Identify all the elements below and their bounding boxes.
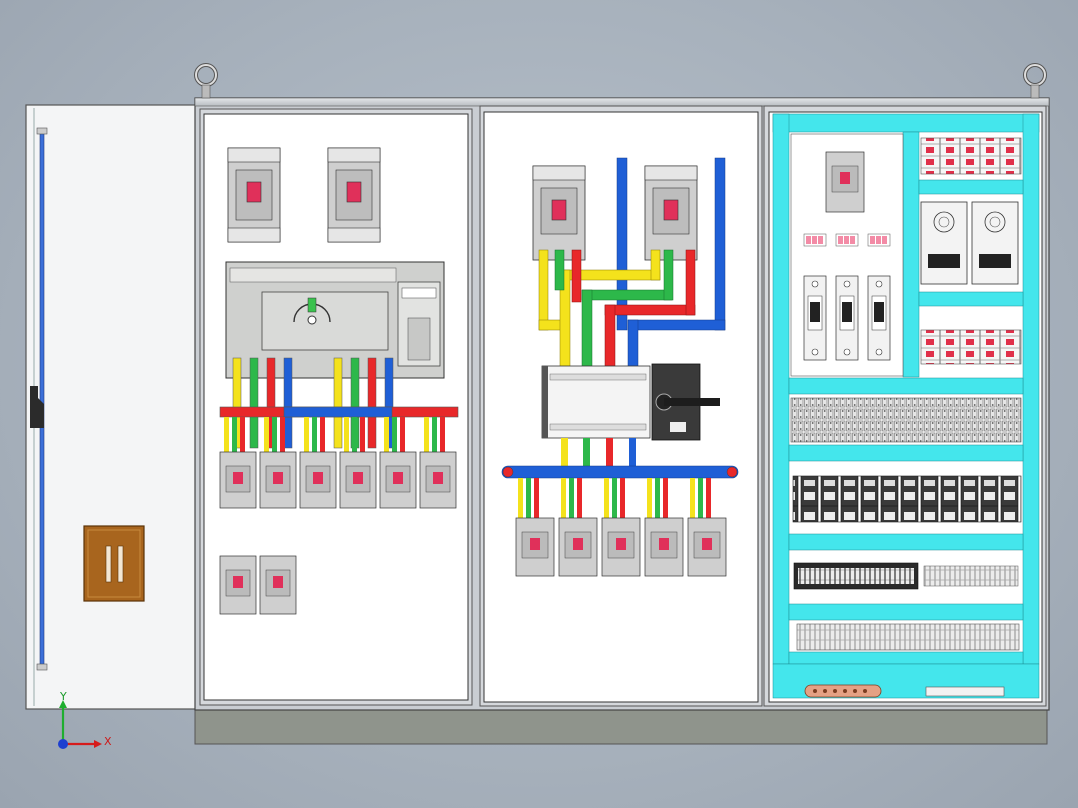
indicator-lamps — [803, 233, 891, 247]
main-breaker-1[interactable] — [227, 147, 281, 243]
electrical-cabinet-drawing: Y X — [25, 63, 1050, 749]
incoming-breaker-1[interactable] — [532, 165, 586, 261]
x-axis-label: X — [104, 735, 112, 748]
section-1-power-distribution — [199, 108, 473, 706]
miniature-breaker-row-1[interactable] — [920, 137, 1022, 175]
incoming-breaker-2[interactable] — [644, 165, 698, 261]
miniature-breaker-row-2[interactable] — [920, 329, 1022, 365]
transfer-switch-body[interactable] — [541, 365, 651, 439]
open-door — [25, 104, 197, 710]
door-locking-rod — [39, 131, 45, 669]
y-axis-label: Y — [59, 690, 67, 703]
relay-row — [792, 475, 1022, 523]
contactor-strip — [793, 562, 1019, 590]
control-breaker[interactable] — [825, 151, 865, 213]
lifting-eye-icon — [1023, 63, 1047, 99]
door-handle-icon[interactable] — [83, 525, 145, 602]
lifting-eye-icon — [194, 63, 218, 99]
terminal-block-row-2 — [796, 623, 1020, 651]
terminal-block-row-1 — [790, 397, 1022, 443]
section-2-busbar-distribution — [479, 105, 763, 707]
cabinet-plinth — [194, 705, 1048, 745]
section-3-control-panel — [763, 105, 1047, 707]
section-1-horizontal-bus — [219, 406, 459, 418]
fuse-holders[interactable] — [803, 275, 891, 361]
section-2-branch-breakers[interactable] — [515, 517, 727, 577]
main-breaker-2[interactable] — [327, 147, 381, 243]
section-2-horizontal-bus — [501, 465, 739, 479]
